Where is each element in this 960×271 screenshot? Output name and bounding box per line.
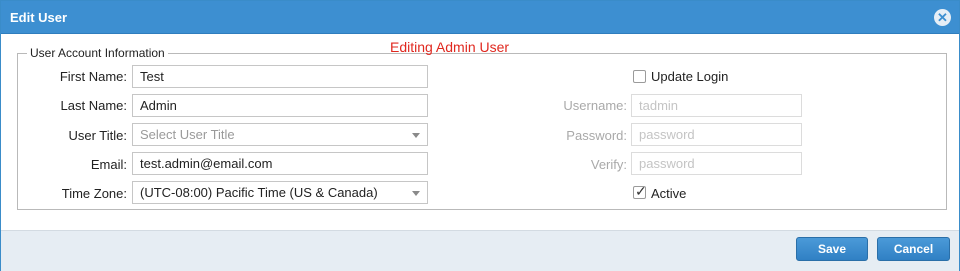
update-login-checkbox[interactable] [633,70,646,83]
cancel-button[interactable]: Cancel [877,237,950,261]
save-button[interactable]: Save [796,237,868,261]
email-field[interactable]: test.admin@email.com [132,152,428,175]
first-name-label: First Name: [59,69,127,84]
time-zone-value: (UTC-08:00) Pacific Time (US & Canada) [140,185,378,200]
editing-notice: Editing Admin User [390,39,510,55]
password-field[interactable]: password [631,123,802,146]
chevron-down-icon [412,133,420,138]
update-login-label: Update Login [651,69,729,84]
username-label: Username: [563,98,627,113]
dialog-title: Edit User [10,10,68,25]
checkmark-icon: ✓ [635,183,647,199]
fieldset-legend: User Account Information [27,46,168,60]
last-name-field[interactable]: Admin [132,94,428,117]
email-label: Email: [90,157,127,172]
username-field[interactable]: tadmin [631,94,802,117]
chevron-down-icon [412,191,420,196]
active-label: Active [651,186,687,201]
first-name-field[interactable]: Test [132,65,428,88]
time-zone-label: Time Zone: [61,186,127,201]
user-title-placeholder: Select User Title [140,127,235,142]
time-zone-select[interactable]: (UTC-08:00) Pacific Time (US & Canada) [132,181,428,204]
password-label: Password: [566,128,627,143]
last-name-label: Last Name: [60,98,127,113]
verify-field[interactable]: password [631,152,802,175]
user-title-select[interactable]: Select User Title [132,123,428,146]
active-checkbox[interactable]: ✓ [633,183,647,199]
user-title-label: User Title: [68,128,127,143]
edit-user-dialog: Edit User ✕ User Account Information Edi… [0,0,960,271]
dialog-titlebar: Edit User ✕ [1,1,959,34]
verify-label: Verify: [590,157,627,172]
close-icon[interactable]: ✕ [934,9,951,26]
